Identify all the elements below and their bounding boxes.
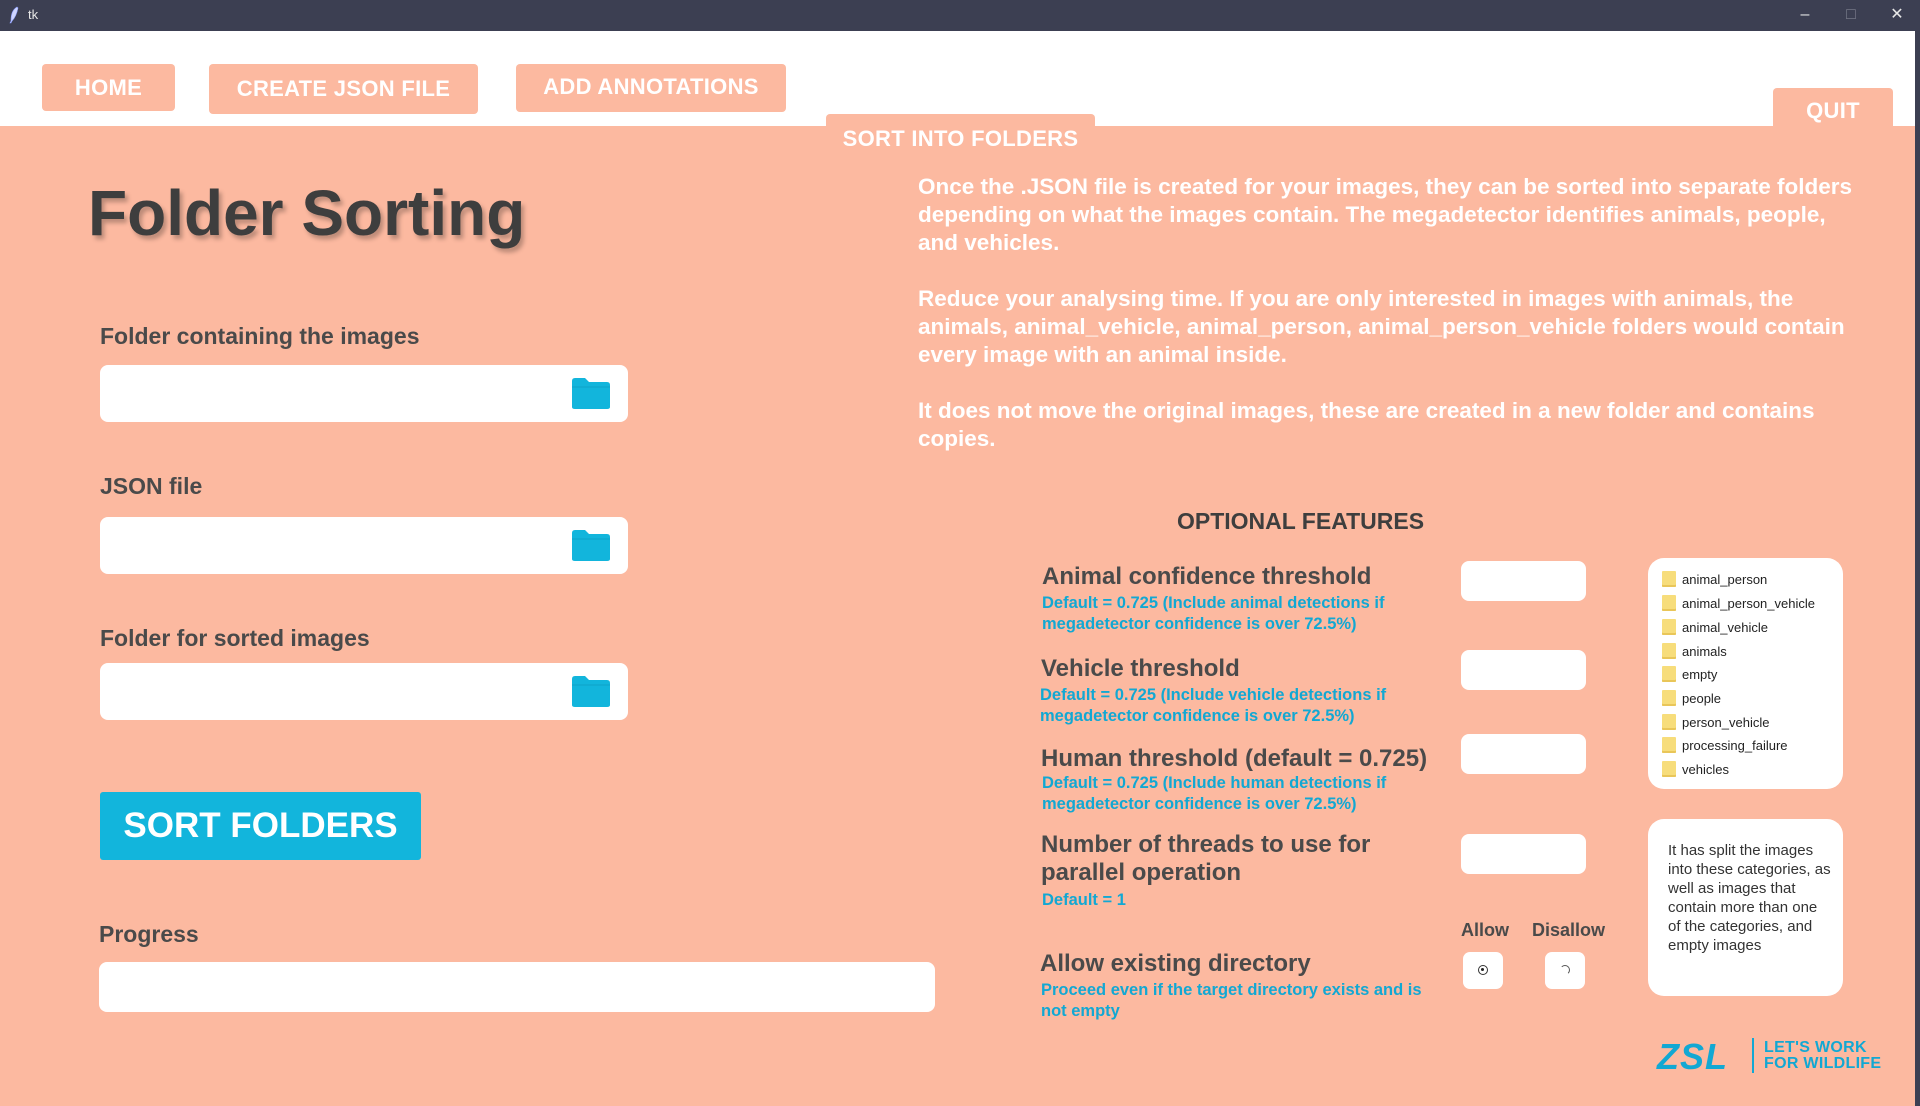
logo-tagline-line-1: LET'S WORK bbox=[1764, 1039, 1867, 1056]
tab-sort-into-folders[interactable]: SORT INTO FOLDERS bbox=[826, 114, 1095, 159]
allow-label: Allow bbox=[1461, 920, 1509, 940]
animal-threshold-title: Animal confidence threshold bbox=[1042, 563, 1372, 590]
progress-bar bbox=[99, 962, 935, 1012]
folder-icon bbox=[1662, 761, 1676, 777]
allow-radio[interactable] bbox=[1463, 952, 1503, 989]
folder-list-item: processing_failure bbox=[1662, 737, 1788, 757]
human-threshold-note: Default = 0.725 (Include human detection… bbox=[1042, 774, 1387, 813]
animal-threshold-note: Default = 0.725 (Include animal detectio… bbox=[1042, 594, 1385, 633]
images-folder-field[interactable] bbox=[100, 365, 628, 422]
folder-name: animal_person_vehicle bbox=[1682, 596, 1815, 611]
page-title: Folder Sorting bbox=[88, 177, 526, 249]
folder-list-item: animal_vehicle bbox=[1662, 619, 1768, 639]
folder-list-card: animal_person animal_person_vehicle anim… bbox=[1648, 558, 1843, 789]
folder-list-item: empty bbox=[1662, 666, 1717, 686]
radio-unselected-icon bbox=[1560, 965, 1570, 975]
threads-title: Number of threads to use for parallel op… bbox=[1041, 831, 1371, 886]
folder-icon bbox=[1662, 737, 1676, 753]
sorted-folder-field[interactable] bbox=[100, 663, 628, 720]
window-titlebar: tk – □ ✕ bbox=[0, 0, 1920, 31]
json-file-field[interactable] bbox=[100, 517, 628, 574]
zsl-logo: ZSL bbox=[1657, 1036, 1728, 1077]
folder-list-item: vehicles bbox=[1662, 761, 1729, 781]
window-title: tk bbox=[28, 7, 39, 22]
disallow-radio[interactable] bbox=[1545, 952, 1585, 989]
folder-list-item: people bbox=[1662, 690, 1721, 710]
folder-name: vehicles bbox=[1682, 762, 1729, 777]
allow-directory-title: Allow existing directory bbox=[1040, 950, 1311, 977]
nav-bar: HOME CREATE JSON FILE ADD ANNOTATIONS SO… bbox=[0, 31, 1920, 159]
threads-input[interactable] bbox=[1461, 834, 1586, 874]
json-file-label: JSON file bbox=[100, 473, 203, 499]
logo-divider bbox=[1752, 1038, 1754, 1073]
folder-icon bbox=[1662, 690, 1676, 706]
folder-icon bbox=[1662, 571, 1676, 587]
folder-name: animal_person bbox=[1682, 572, 1768, 587]
feather-icon bbox=[9, 6, 19, 24]
folder-icon bbox=[1662, 666, 1676, 682]
animal-threshold-input[interactable] bbox=[1461, 561, 1586, 601]
minimize-button[interactable]: – bbox=[1782, 0, 1828, 31]
folder-list-item: animals bbox=[1662, 643, 1727, 663]
folder-list-item: animal_person bbox=[1662, 571, 1767, 591]
human-threshold-title: Human threshold (default = 0.725) bbox=[1041, 745, 1428, 772]
maximize-button[interactable]: □ bbox=[1828, 0, 1874, 31]
threads-note: Default = 1 bbox=[1042, 891, 1126, 909]
sort-folders-button[interactable]: SORT FOLDERS bbox=[100, 792, 421, 860]
description-paragraph-1: Once the .JSON file is created for your … bbox=[918, 174, 1853, 255]
disallow-label: Disallow bbox=[1532, 920, 1606, 940]
window-border bbox=[1915, 31, 1920, 1106]
folder-icon[interactable] bbox=[571, 529, 611, 562]
vehicle-threshold-input[interactable] bbox=[1461, 650, 1586, 690]
folder-name: people bbox=[1682, 691, 1722, 706]
folder-name: person_vehicle bbox=[1682, 715, 1770, 730]
folder-name: animal_vehicle bbox=[1682, 620, 1768, 635]
folders-note-text: It has split the images into these categ… bbox=[1668, 842, 1831, 954]
folder-list-item: animal_person_vehicle bbox=[1662, 595, 1815, 615]
folder-icon[interactable] bbox=[571, 377, 611, 410]
close-button[interactable]: ✕ bbox=[1874, 0, 1920, 31]
description-paragraph-2: Reduce your analysing time. If you are o… bbox=[918, 286, 1845, 367]
folder-list-item: person_vehicle bbox=[1662, 714, 1769, 734]
quit-button[interactable]: QUIT bbox=[1773, 88, 1893, 133]
folder-icon bbox=[1662, 714, 1676, 730]
folders-note-card: It has split the images into these categ… bbox=[1648, 819, 1843, 996]
logo-tagline-line-2: FOR WILDLIFE bbox=[1764, 1055, 1882, 1072]
human-threshold-input[interactable] bbox=[1461, 734, 1586, 774]
description-paragraph-3: It does not move the original images, th… bbox=[918, 398, 1815, 451]
tab-add-annotations[interactable]: ADD ANNOTATIONS bbox=[516, 64, 786, 112]
folder-name: processing_failure bbox=[1682, 738, 1788, 753]
folder-icon bbox=[1662, 619, 1676, 635]
vehicle-threshold-title: Vehicle threshold bbox=[1041, 655, 1240, 682]
optional-features-heading: OPTIONAL FEATURES bbox=[1177, 508, 1425, 534]
vehicle-threshold-note: Default = 0.725 (Include vehicle detecti… bbox=[1040, 686, 1387, 725]
images-folder-label: Folder containing the images bbox=[100, 323, 420, 349]
logo-tagline: LET'S WORK FOR WILDLIFE bbox=[1764, 1040, 1881, 1072]
folder-icon bbox=[1662, 643, 1676, 659]
folder-icon[interactable] bbox=[571, 675, 611, 708]
progress-label: Progress bbox=[99, 921, 199, 947]
radio-selected-icon bbox=[1478, 965, 1488, 975]
sorted-folder-label: Folder for sorted images bbox=[100, 625, 370, 651]
tab-create-json[interactable]: CREATE JSON FILE bbox=[209, 64, 478, 114]
folder-icon bbox=[1662, 595, 1676, 611]
folder-name: empty bbox=[1682, 667, 1718, 682]
tab-home[interactable]: HOME bbox=[42, 64, 175, 111]
folder-name: animals bbox=[1682, 644, 1727, 659]
allow-directory-note: Proceed even if the target directory exi… bbox=[1041, 981, 1422, 1020]
